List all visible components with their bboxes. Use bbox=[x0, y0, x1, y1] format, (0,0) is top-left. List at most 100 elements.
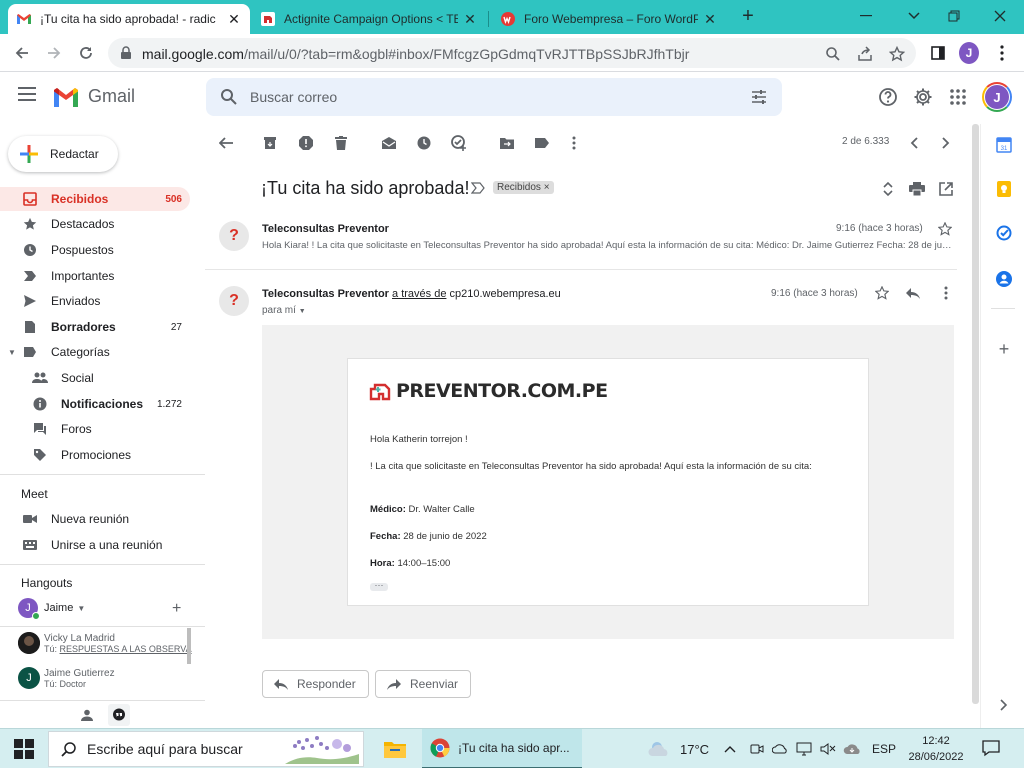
taskbar-chrome-window[interactable]: ¡Tu cita ha sido apr... bbox=[422, 729, 582, 768]
taskbar-clock[interactable]: 12:42 28/06/2022 bbox=[906, 733, 966, 765]
keep-icon[interactable] bbox=[995, 180, 1013, 198]
gmail-logo[interactable]: Gmail bbox=[52, 86, 135, 107]
tab-close-icon[interactable]: ✕ bbox=[226, 11, 242, 27]
cloud-sync-icon[interactable] bbox=[843, 729, 861, 768]
url-bar[interactable]: mail.google.com/mail/u/0/?tab=rm&ogbl#in… bbox=[108, 38, 916, 68]
sender-name[interactable]: Teleconsultas Preventor a través de cp21… bbox=[262, 288, 561, 300]
importance-marker-icon[interactable] bbox=[471, 182, 485, 194]
message-snippet[interactable]: Hola Kiara! ! La cita que solicitaste en… bbox=[262, 240, 954, 251]
tab-close-icon[interactable]: ✕ bbox=[702, 11, 718, 27]
calendar-icon[interactable]: 31 bbox=[995, 136, 1013, 154]
volume-muted-icon[interactable] bbox=[820, 729, 836, 768]
forward-button[interactable]: Reenviar bbox=[375, 670, 472, 698]
sidebar-item-drafts[interactable]: Borradores 27 bbox=[0, 315, 190, 339]
search-input[interactable] bbox=[250, 84, 730, 110]
star-icon[interactable] bbox=[937, 221, 953, 237]
hangouts-user[interactable]: J Jaime ▼ bbox=[18, 598, 85, 620]
caret-down-icon[interactable]: ▼ bbox=[8, 348, 16, 357]
older-chevron-right-icon[interactable] bbox=[937, 134, 955, 152]
browser-tab-actignite[interactable]: Actignite Campaign Options < TE ✕ bbox=[252, 4, 486, 34]
archive-icon[interactable] bbox=[261, 134, 279, 152]
new-tab-button[interactable]: + bbox=[738, 6, 758, 27]
restore-button[interactable] bbox=[944, 6, 964, 26]
sidebar-item-categories[interactable]: ▼ Categorías bbox=[0, 340, 190, 364]
compose-button[interactable]: Redactar bbox=[8, 136, 118, 172]
sidebar-item-notifications[interactable]: Notificaciones 1.272 bbox=[0, 392, 190, 416]
forward-button[interactable] bbox=[44, 43, 64, 63]
snooze-clock-icon[interactable] bbox=[415, 134, 433, 152]
expand-all-icon[interactable] bbox=[879, 180, 897, 198]
hide-panel-chevron-icon[interactable] bbox=[995, 696, 1013, 714]
sender-name[interactable]: Teleconsultas Preventor bbox=[262, 223, 389, 235]
new-conversation-plus-icon[interactable]: + bbox=[172, 600, 181, 618]
browser-tab-webempresa[interactable]: Foro Webempresa – Foro WordP ✕ bbox=[492, 4, 726, 34]
get-addons-plus-icon[interactable]: + bbox=[995, 339, 1013, 359]
onedrive-cloud-icon[interactable] bbox=[772, 729, 788, 768]
reply-icon[interactable] bbox=[905, 285, 921, 301]
report-spam-icon[interactable] bbox=[297, 134, 315, 152]
hangouts-scrollbar[interactable] bbox=[187, 628, 191, 664]
settings-gear-icon[interactable] bbox=[912, 86, 934, 108]
weather-widget[interactable]: 17°C bbox=[648, 729, 709, 768]
sidebar-item-promotions[interactable]: Promociones bbox=[0, 443, 190, 467]
hangouts-chat-icon[interactable] bbox=[108, 704, 130, 726]
print-icon[interactable] bbox=[908, 180, 926, 198]
tab-close-icon[interactable]: ✕ bbox=[462, 11, 478, 27]
move-to-icon[interactable] bbox=[498, 134, 516, 152]
taskbar-search-box[interactable]: Escribe aquí para buscar bbox=[48, 731, 364, 767]
back-to-inbox-icon[interactable] bbox=[217, 134, 235, 152]
preventor-logo[interactable]: PREVENTOR.COM.PE bbox=[368, 379, 608, 403]
remove-label-icon[interactable]: × bbox=[544, 182, 550, 193]
recipient-dropdown[interactable]: para mí ▼ bbox=[262, 305, 306, 316]
sidebar-item-social[interactable]: Social bbox=[0, 366, 190, 390]
more-options-icon[interactable] bbox=[938, 285, 954, 301]
delete-trash-icon[interactable] bbox=[332, 134, 350, 152]
search-icon[interactable] bbox=[220, 88, 238, 106]
reply-button[interactable]: Responder bbox=[262, 670, 369, 698]
contact-item[interactable]: Vicky La Madrid Tú: RESPUESTAS A LAS OBS… bbox=[18, 632, 192, 654]
add-task-icon[interactable] bbox=[450, 134, 468, 152]
account-avatar[interactable]: J bbox=[982, 82, 1012, 112]
sidebar-item-starred[interactable]: Destacados bbox=[0, 212, 190, 236]
apps-grid-icon[interactable] bbox=[947, 86, 969, 108]
mark-unread-icon[interactable] bbox=[380, 134, 398, 152]
chevron-down-icon[interactable] bbox=[904, 6, 924, 26]
search-options-icon[interactable] bbox=[750, 88, 768, 106]
file-explorer-icon[interactable] bbox=[380, 729, 410, 768]
profile-avatar[interactable]: J bbox=[959, 42, 979, 64]
sidebar-item-forums[interactable]: Foros bbox=[0, 417, 190, 441]
new-meeting-item[interactable]: Nueva reunión bbox=[0, 507, 190, 531]
sidebar-item-important[interactable]: Importantes bbox=[0, 264, 190, 288]
side-panel-icon[interactable] bbox=[928, 43, 948, 63]
main-scrollbar[interactable] bbox=[972, 124, 979, 704]
search-bar[interactable] bbox=[206, 78, 782, 116]
kebab-menu-icon[interactable] bbox=[992, 43, 1012, 63]
more-options-icon[interactable] bbox=[565, 134, 583, 152]
label-as-icon[interactable] bbox=[533, 134, 551, 152]
contacts-icon[interactable] bbox=[995, 270, 1013, 288]
help-icon[interactable] bbox=[877, 86, 899, 108]
language-indicator[interactable]: ESP bbox=[872, 729, 896, 768]
show-trimmed-content-button[interactable]: ··· bbox=[370, 581, 388, 591]
reload-button[interactable] bbox=[76, 43, 96, 63]
sidebar-item-sent[interactable]: Enviados bbox=[0, 289, 190, 313]
inbox-label-chip[interactable]: Recibidos × bbox=[493, 181, 554, 194]
contacts-person-icon[interactable] bbox=[76, 704, 98, 726]
open-new-window-icon[interactable] bbox=[937, 180, 955, 198]
network-icon[interactable] bbox=[796, 729, 812, 768]
contact-item[interactable]: J Jaime Gutierrez Tú: Doctor bbox=[18, 667, 190, 689]
tray-chevron-up-icon[interactable] bbox=[724, 729, 736, 768]
share-icon[interactable] bbox=[856, 45, 874, 63]
close-window-button[interactable] bbox=[990, 6, 1010, 26]
newer-chevron-left-icon[interactable] bbox=[905, 134, 923, 152]
notifications-icon[interactable] bbox=[982, 739, 1002, 759]
join-meeting-item[interactable]: Unirse a una reunión bbox=[0, 533, 190, 557]
tasks-icon[interactable] bbox=[995, 224, 1013, 242]
bookmark-star-icon[interactable] bbox=[888, 45, 906, 63]
zoom-icon[interactable] bbox=[824, 45, 842, 63]
sidebar-item-snoozed[interactable]: Pospuestos bbox=[0, 238, 190, 262]
meet-now-icon[interactable] bbox=[750, 729, 764, 768]
windows-start-icon[interactable] bbox=[14, 739, 34, 759]
caret-down-icon[interactable]: ▼ bbox=[77, 604, 85, 613]
star-icon[interactable] bbox=[874, 285, 890, 301]
